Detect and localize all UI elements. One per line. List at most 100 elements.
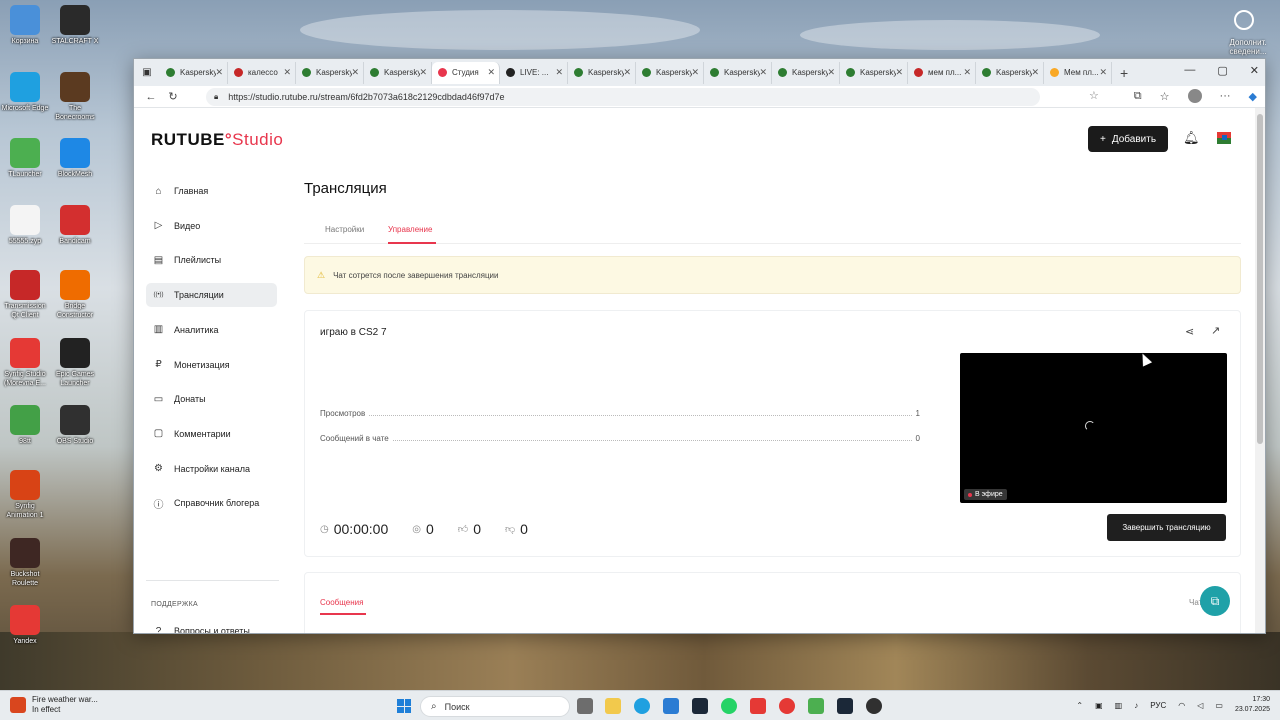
sidebar-item[interactable]: ▭ Донаты xyxy=(146,387,277,411)
browser-tab[interactable]: Kaspersky ✕ xyxy=(160,61,228,84)
favorites-icon[interactable]: ☆ xyxy=(1160,90,1170,103)
tab-close-icon[interactable]: ✕ xyxy=(351,67,359,78)
task-view-icon[interactable] xyxy=(577,698,593,714)
scrollbar-thumb[interactable] xyxy=(1257,114,1263,444)
browser-tab[interactable]: калессо ✕ xyxy=(228,61,296,84)
tab-close-icon[interactable]: ✕ xyxy=(487,67,495,78)
steam-2-icon[interactable] xyxy=(837,698,853,714)
browser-tab[interactable]: Kaspersky ✕ xyxy=(296,61,364,84)
tab-settings[interactable]: Настройки xyxy=(325,225,364,234)
back-icon[interactable]: ← xyxy=(140,91,162,103)
battery-icon[interactable]: ▭ xyxy=(1215,701,1223,710)
tab-messages[interactable]: Сообщения xyxy=(320,598,363,607)
page-scrollbar[interactable] xyxy=(1255,108,1265,633)
desktop-icon[interactable]: BlockMesh xyxy=(50,138,100,179)
sidebar-item[interactable]: ⌂ Главная xyxy=(146,179,277,203)
wifi-icon[interactable]: ◠ xyxy=(1178,701,1185,710)
browser-tab[interactable]: Kaspersky ✕ xyxy=(364,61,432,84)
bell-icon[interactable]: 🔔︎ xyxy=(1183,130,1200,146)
browser-tab[interactable]: Студия ✕ xyxy=(432,61,500,84)
favorite-star-icon[interactable]: ☆ xyxy=(1089,89,1099,102)
whatsapp-icon[interactable] xyxy=(721,698,737,714)
close-icon[interactable]: ✕ xyxy=(1250,64,1259,77)
sidebar-item[interactable]: ((•)) Трансляции xyxy=(146,283,277,308)
sidebar-support-item[interactable]: ? Вопросы и ответы xyxy=(146,619,277,634)
sidebar-item[interactable]: ▥ Аналитика xyxy=(146,318,277,342)
language-indicator[interactable]: РУС xyxy=(1150,701,1166,710)
tab-actions-icon[interactable]: ▣ xyxy=(138,65,156,81)
taskbar-search[interactable]: ⌕ Поиск xyxy=(420,696,570,717)
tab-close-icon[interactable]: ✕ xyxy=(963,67,971,78)
tray-network-icon[interactable]: ▥ xyxy=(1115,701,1123,710)
rutube-studio-logo[interactable]: RUTUBE°Studio xyxy=(151,130,283,150)
sidebar-item[interactable]: ▢ Комментарии xyxy=(146,422,277,446)
channel-avatar[interactable] xyxy=(1215,130,1233,146)
profile-avatar[interactable] xyxy=(1187,89,1202,103)
browser-tab[interactable]: Kaspersky ✕ xyxy=(636,61,704,84)
desktop-icon[interactable]: Корзина xyxy=(0,5,50,46)
browser-tab[interactable]: Kaspersky ✕ xyxy=(976,61,1044,84)
share-icon[interactable]: ⋖ xyxy=(1185,325,1194,338)
corner-widget-icon[interactable] xyxy=(1234,10,1254,30)
desktop-icon[interactable]: The Bonecrooms xyxy=(50,72,100,122)
menu-dots-icon[interactable]: ··· xyxy=(1220,90,1231,102)
url-field[interactable]: 🔒︎ https://studio.rutube.ru/stream/6fd2b… xyxy=(206,88,1040,106)
file-explorer-icon[interactable] xyxy=(605,698,621,714)
browser-tab[interactable]: Kaspersky ✕ xyxy=(568,61,636,84)
sidebar-item[interactable]: ▤ Плейлисты xyxy=(146,248,277,272)
yandex-icon[interactable] xyxy=(779,698,795,714)
desktop-icon[interactable]: Synfig Animation 1 xyxy=(0,470,50,520)
desktop-icon[interactable]: Microsoft Edge xyxy=(0,72,50,113)
tab-close-icon[interactable]: ✕ xyxy=(895,67,903,78)
desktop-icon[interactable]: Bandicam xyxy=(50,205,100,246)
desktop-icon[interactable]: Bridge Constructor xyxy=(50,270,100,320)
add-button[interactable]: + Добавить xyxy=(1088,126,1169,152)
browser-tab[interactable]: Kaspersky ✕ xyxy=(772,61,840,84)
desktop-icon[interactable]: 55555.zyp xyxy=(0,205,50,246)
new-tab-button[interactable]: + xyxy=(1120,65,1128,81)
extensions-icon[interactable]: ⧉ xyxy=(1134,90,1142,103)
desktop-icon[interactable]: STALCRAFT X xyxy=(50,5,100,46)
support-chat-button[interactable]: ⧉ xyxy=(1200,586,1230,616)
minimize-icon[interactable]: — xyxy=(1184,64,1195,77)
maximize-icon[interactable]: ▢ xyxy=(1217,64,1227,77)
desktop-icon[interactable]: OBS Studio xyxy=(50,405,100,446)
desktop-icon[interactable]: 98tt xyxy=(0,405,50,446)
obs-icon[interactable] xyxy=(866,698,882,714)
tab-close-icon[interactable]: ✕ xyxy=(283,67,291,78)
desktop-icon[interactable]: TLauncher xyxy=(0,138,50,179)
tab-close-icon[interactable]: ✕ xyxy=(1031,67,1039,78)
end-stream-button[interactable]: Завершить трансляцию xyxy=(1107,514,1226,541)
tray-app-icon[interactable]: ▣ xyxy=(1095,701,1103,710)
copilot-icon[interactable]: ◆ xyxy=(1249,90,1257,103)
store-icon[interactable] xyxy=(663,698,679,714)
desktop-icon[interactable]: Epic Games Launcher xyxy=(50,338,100,388)
desktop-icon[interactable]: Yandex xyxy=(0,605,50,646)
desktop-icon[interactable]: Synfig Studio (Morevna E... xyxy=(0,338,50,388)
browser-tab[interactable]: Kaspersky ✕ xyxy=(840,61,908,84)
sidebar-item[interactable]: ⚙ Настройки канала xyxy=(146,457,277,481)
browser-tab[interactable]: мем пл... ✕ xyxy=(908,61,976,84)
browser-tab[interactable]: Мем пл... ✕ xyxy=(1044,61,1112,84)
refresh-icon[interactable]: ↻ xyxy=(162,90,184,103)
tab-management[interactable]: Управление xyxy=(388,225,432,234)
tab-close-icon[interactable]: ✕ xyxy=(555,67,563,78)
desktop-icon[interactable]: Transmission Qt Client xyxy=(0,270,50,320)
edge-icon[interactable] xyxy=(634,698,650,714)
browser-tab[interactable]: Kaspersky ✕ xyxy=(704,61,772,84)
external-link-icon[interactable]: ↗ xyxy=(1211,324,1220,337)
tray-chevron-icon[interactable]: ⌃ xyxy=(1076,701,1083,710)
sidebar-item[interactable]: ▷ Видео xyxy=(146,214,277,238)
tab-close-icon[interactable]: ✕ xyxy=(691,67,699,78)
tab-close-icon[interactable]: ✕ xyxy=(827,67,835,78)
volume-icon[interactable]: ◁ xyxy=(1197,701,1203,710)
sidebar-item[interactable]: ⓘ Справочник блогера xyxy=(146,491,277,515)
tab-close-icon[interactable]: ✕ xyxy=(419,67,427,78)
desktop-icon[interactable]: Buckshot Roulette xyxy=(0,538,50,588)
steam-icon[interactable] xyxy=(692,698,708,714)
video-app-icon[interactable] xyxy=(750,698,766,714)
tray-mic-icon[interactable]: ♪ xyxy=(1134,701,1138,710)
stream-preview-player[interactable]: В эфире xyxy=(960,353,1227,503)
tab-close-icon[interactable]: ✕ xyxy=(623,67,631,78)
weather-widget[interactable]: Fire weather war... In effect xyxy=(10,695,98,715)
